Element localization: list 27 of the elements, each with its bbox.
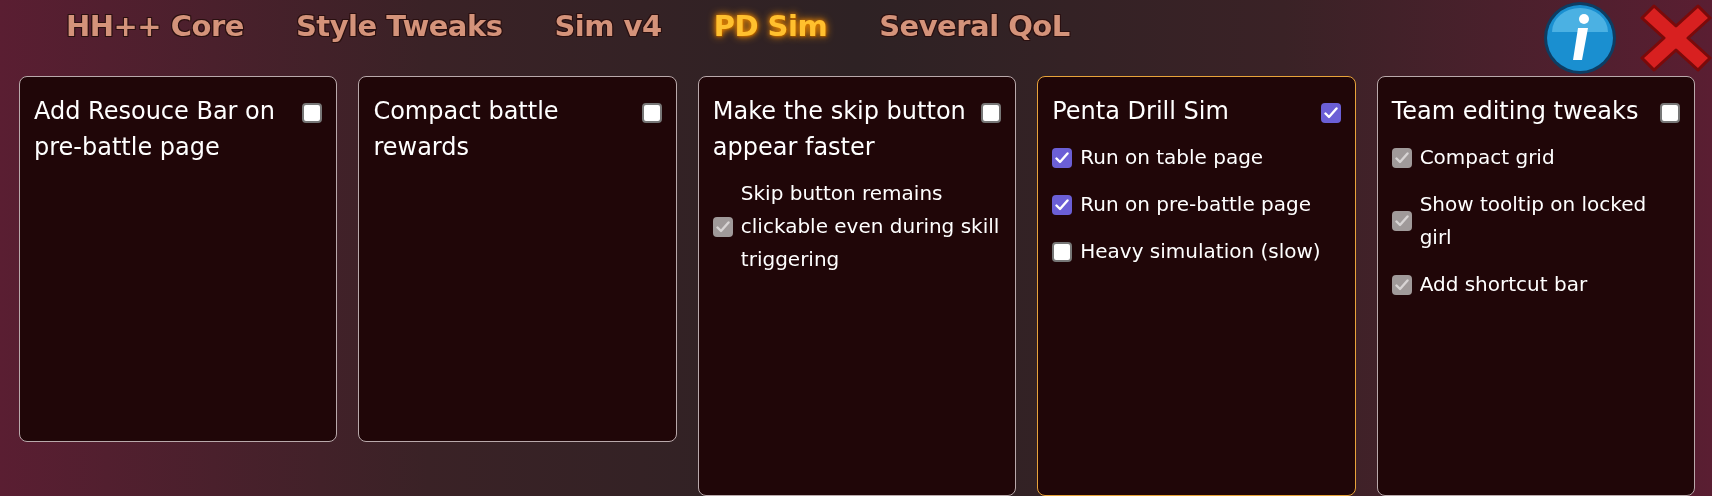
tab[interactable]: Several QoL: [879, 9, 1070, 43]
tab[interactable]: HH++ Core: [66, 9, 244, 43]
tab[interactable]: Sim v4: [554, 9, 662, 43]
card-title: Compact battle rewards: [373, 96, 560, 163]
card-title: Add Resouce Bar on pre-battle page: [34, 96, 276, 163]
checkbox[interactable]: [1052, 194, 1073, 215]
tab[interactable]: Style Tweaks: [295, 9, 503, 43]
card-title: Penta Drill Sim: [1052, 96, 1229, 127]
checkbox[interactable]: [1052, 147, 1073, 168]
option-label: Add shortcut bar: [1419, 271, 1588, 298]
checkbox[interactable]: [641, 103, 662, 123]
checkbox[interactable]: [1320, 103, 1341, 123]
checkbox[interactable]: [302, 103, 323, 123]
checkbox[interactable]: [1660, 103, 1681, 123]
card-title: Team editing tweaks: [1391, 96, 1639, 127]
checkbox[interactable]: [981, 103, 1002, 123]
option-label: Show tooltip on locked girl: [1419, 191, 1648, 251]
close-icon[interactable]: [1640, 2, 1712, 74]
option-label: Skip button remains clickable even during skill triggering: [740, 180, 1001, 273]
option-label: Run on table page: [1080, 144, 1264, 171]
option-label: Run on pre-battle page: [1080, 191, 1311, 218]
info-icon[interactable]: [1542, 0, 1618, 76]
checkbox[interactable]: [1052, 241, 1073, 262]
option-label: Heavy simulation (slow): [1080, 238, 1321, 265]
card-title: Make the skip button appear faster: [712, 96, 967, 163]
option-label: Compact grid: [1419, 144, 1555, 171]
tab[interactable]: PD Sim: [713, 9, 828, 43]
